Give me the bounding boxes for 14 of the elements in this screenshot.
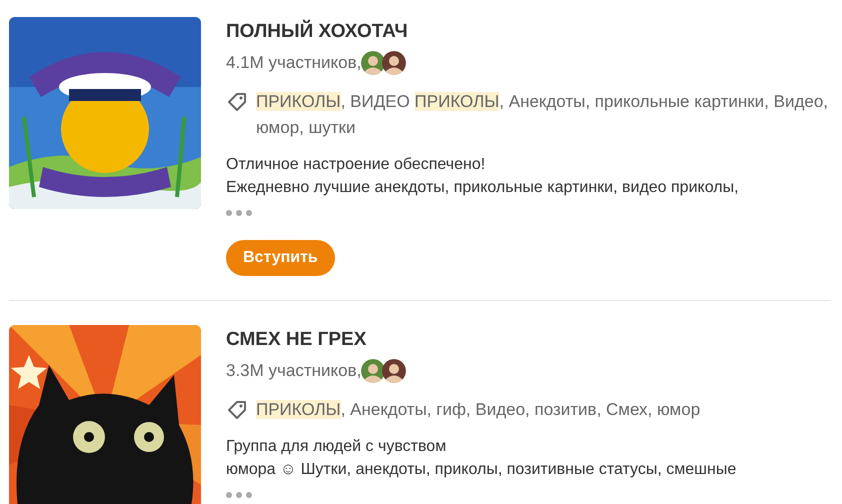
avatar-icon[interactable]: [361, 359, 386, 383]
member-count: 3.3M участников,: [226, 361, 362, 381]
group-description: Группа для людей с чувством юмора ☺ Шутки, анекдоты, приколы, позитивные статусы, смешные: [226, 437, 738, 480]
member-count: 4.1M участников,: [226, 53, 362, 73]
tag-icon: [226, 91, 248, 113]
tag-icon: [226, 399, 248, 421]
group-title[interactable]: СМЕХ НЕ ГРЕХ: [226, 329, 830, 351]
group-title[interactable]: ПОЛНЫЙ ХОХОТАЧ: [226, 21, 830, 43]
group-description: Отличное настроение обеспечено! Ежедневно лучшие анекдоты, прикольные картинки, видео приколы,: [226, 155, 740, 198]
avatar-icon[interactable]: [382, 359, 406, 383]
avatar-icon[interactable]: [382, 51, 406, 75]
tag-list: ПРИКОЛЫ, Анекдоты, гиф, Видео, позитив, Смех, юмор: [256, 397, 700, 423]
avatar-icon[interactable]: [361, 51, 386, 75]
tag-list: ПРИКОЛЫ, ВИДЕО ПРИКОЛЫ, Анекдоты, прикольные картинки, Видео, юмор, шутки: [256, 89, 830, 141]
